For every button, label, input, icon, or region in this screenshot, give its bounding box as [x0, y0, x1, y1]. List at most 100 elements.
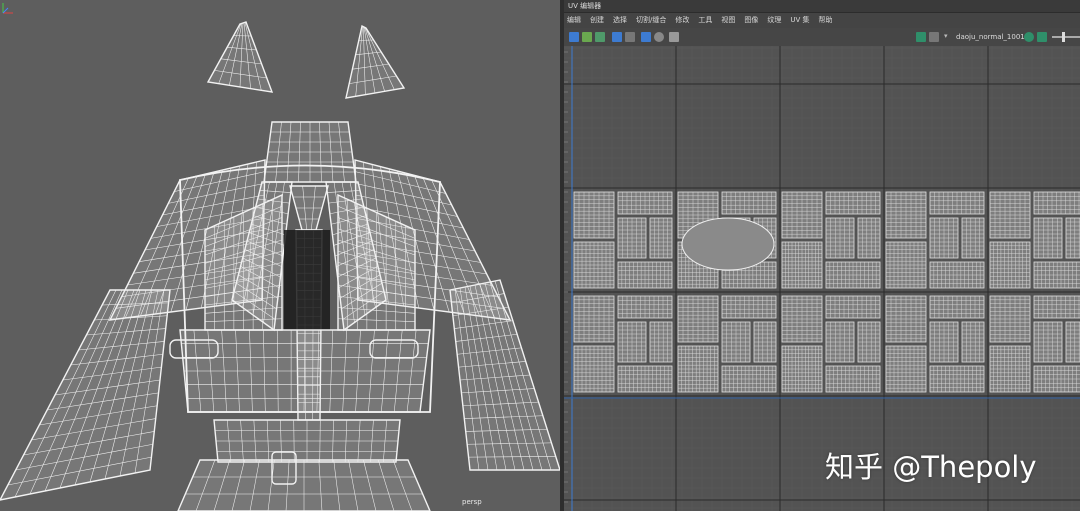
uv-island	[929, 321, 959, 363]
refresh-texture-icon[interactable]	[1024, 32, 1034, 42]
uv-island-oval	[681, 217, 775, 271]
uv-island	[857, 217, 881, 259]
shading-icon[interactable]	[612, 32, 622, 42]
watermark: 知乎 @Thepoly	[825, 450, 1037, 484]
uv-island	[929, 295, 985, 319]
select-tool-icon[interactable]	[569, 32, 579, 42]
window-title: UV 编辑器	[568, 2, 602, 10]
menu-item-help[interactable]: 帮助	[819, 15, 833, 25]
uv-island	[929, 365, 985, 393]
uv-island	[781, 345, 823, 393]
uv-island	[929, 191, 985, 215]
uv-island	[857, 321, 881, 363]
collar	[263, 121, 357, 183]
uv-island	[753, 321, 777, 363]
checker-icon[interactable]	[625, 32, 635, 42]
uv-island	[825, 321, 855, 363]
uv-editor-panel: UV 编辑器 编辑 创建 选择 切割/缝合 修改 工具 视图 图像 纹理 UV …	[564, 0, 1080, 511]
uv-island	[617, 321, 647, 363]
uv-island	[825, 217, 855, 259]
color-channel-icon[interactable]	[916, 32, 926, 42]
axis-gizmo-icon	[2, 3, 13, 14]
uv-island	[617, 365, 673, 393]
uv-island	[1033, 321, 1063, 363]
uv-island	[721, 365, 777, 393]
uv-island	[573, 295, 615, 343]
menu-item-tools[interactable]: 工具	[698, 15, 712, 25]
uv-island	[573, 345, 615, 393]
uv-island	[989, 191, 1031, 239]
uv-island	[825, 261, 881, 289]
menu-item-edit[interactable]: 编辑	[567, 15, 581, 25]
uv-layout	[564, 46, 1080, 511]
uv-island	[573, 241, 615, 289]
uv-island	[573, 191, 615, 239]
uv-island	[617, 261, 673, 289]
uv-island	[825, 365, 881, 393]
texture-name[interactable]: daoju_normal_1001	[956, 33, 1025, 41]
menu-item-cut-sew[interactable]: 切割/缝合	[636, 15, 666, 25]
uv-island	[1033, 295, 1080, 319]
uv-island	[989, 241, 1031, 289]
uv-island	[885, 241, 927, 289]
move-uv-icon[interactable]	[582, 32, 592, 42]
left-horn	[206, 21, 274, 93]
uv-island	[1033, 217, 1063, 259]
uv-island	[1033, 191, 1080, 215]
uv-island	[721, 295, 777, 319]
chevron-down-icon[interactable]: ▾	[944, 32, 948, 40]
right-horn	[345, 24, 406, 99]
uv-island	[1033, 261, 1080, 289]
uv-editor-titlebar[interactable]: UV 编辑器	[564, 0, 1080, 13]
menu-item-textures[interactable]: 纹理	[767, 15, 781, 25]
isolate-icon[interactable]	[654, 32, 664, 42]
uv-island	[929, 261, 985, 289]
inner-shirt	[284, 230, 330, 330]
uv-island	[617, 217, 647, 259]
menu-item-uv-sets[interactable]: UV 集	[790, 15, 809, 25]
uv-island	[885, 191, 927, 239]
uv-island	[989, 345, 1031, 393]
uv-island	[721, 321, 751, 363]
exposure-slider-handle[interactable]	[1062, 32, 1065, 42]
uv-toolbar: ▾ daoju_normal_1001	[564, 28, 1080, 47]
uv-island	[885, 295, 927, 343]
uv-island	[1033, 365, 1080, 393]
uv-island	[649, 321, 673, 363]
menu-item-image[interactable]: 图像	[744, 15, 758, 25]
menu-item-modify[interactable]: 修改	[675, 15, 689, 25]
menu-item-create[interactable]: 创建	[590, 15, 604, 25]
perspective-viewport[interactable]: persp	[0, 0, 560, 511]
skirt	[177, 459, 431, 511]
texture-settings-icon[interactable]	[1037, 32, 1047, 42]
uv-island	[989, 295, 1031, 343]
uv-grid-canvas[interactable]	[564, 46, 1080, 511]
tie-knot	[289, 185, 329, 231]
belt	[213, 419, 401, 463]
uv-island	[781, 295, 823, 343]
uv-menubar: 编辑 创建 选择 切割/缝合 修改 工具 视图 图像 纹理 UV 集 帮助	[564, 13, 1080, 27]
right-arm	[449, 279, 560, 471]
uv-island	[617, 191, 673, 215]
uv-island	[617, 295, 673, 319]
image-display-icon[interactable]	[669, 32, 679, 42]
uv-island	[677, 345, 719, 393]
menu-item-select[interactable]: 选择	[613, 15, 627, 25]
uv-island	[961, 321, 985, 363]
exposure-slider[interactable]	[1052, 36, 1080, 38]
uv-island	[885, 345, 927, 393]
left-arm	[0, 289, 171, 501]
wireframe-model	[0, 21, 560, 511]
uv-island	[1065, 217, 1080, 259]
uv-island	[781, 241, 823, 289]
uv-island	[961, 217, 985, 259]
grid-toggle-icon[interactable]	[641, 32, 651, 42]
camera-label: persp	[462, 498, 482, 506]
uv-island	[781, 191, 823, 239]
uv-island	[825, 191, 881, 215]
uv-island	[721, 191, 777, 215]
menu-item-view[interactable]: 视图	[721, 15, 735, 25]
rotate-uv-icon[interactable]	[595, 32, 605, 42]
uv-island	[825, 295, 881, 319]
dim-icon[interactable]	[929, 32, 939, 42]
